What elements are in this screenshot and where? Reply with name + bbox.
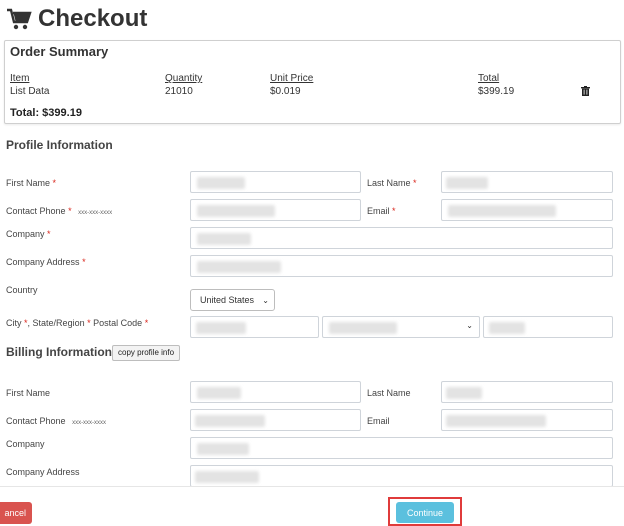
billing-email-label: Email [367,416,390,426]
profile-information-heading: Profile Information [6,138,113,152]
profile-last-name-input[interactable] [441,171,613,193]
profile-country-label: Country [6,285,38,295]
continue-button[interactable]: Continue [396,502,454,523]
page-title: Checkout [38,5,148,32]
billing-company-address-input[interactable] [190,465,613,487]
cancel-button[interactable]: ancel [0,502,32,524]
profile-country-value: United States [200,295,255,305]
profile-company-input[interactable] [190,227,613,249]
billing-first-name-label: First Name [6,388,51,398]
footer-divider [0,486,624,487]
column-header-quantity: Quantity [165,73,203,84]
billing-company-address-label: Company Address [6,467,80,477]
order-item-total: $399.19 [478,86,515,97]
profile-state-select[interactable]: ⌄ [322,316,480,338]
profile-country-select[interactable]: United States ⌄ [190,289,275,311]
billing-email-input[interactable] [441,409,613,431]
profile-contact-phone-input[interactable] [190,199,361,221]
trash-icon[interactable] [581,86,590,96]
profile-first-name-input[interactable] [190,171,361,193]
profile-postal-code-input[interactable] [483,316,613,338]
shopping-cart-icon [7,8,32,30]
profile-first-name-label: First Name * [6,178,57,188]
billing-company-label: Company [6,439,45,449]
billing-first-name-input[interactable] [190,381,361,403]
profile-contact-phone-label: Contact Phone * xxx-xxx-xxxx [6,206,113,216]
profile-last-name-label: Last Name * [367,178,417,188]
profile-email-label: Email * [367,206,396,216]
profile-company-address-input[interactable] [190,255,613,277]
billing-company-input[interactable] [190,437,613,459]
profile-company-label: Company * [6,229,51,239]
billing-last-name-input[interactable] [441,381,613,403]
billing-contact-phone-input[interactable] [190,409,361,431]
billing-last-name-label: Last Name [367,388,411,398]
billing-contact-phone-label: Contact Phone xxx-xxx-xxxx [6,416,107,426]
billing-information-heading: Billing Information [6,345,112,359]
profile-city-state-postal-label: City *, State/Region * Postal Code * [6,318,149,328]
copy-profile-info-button[interactable]: copy profile info [112,345,181,361]
column-header-total: Total [478,73,500,84]
chevron-down-icon: ⌄ [262,295,269,305]
profile-email-input[interactable] [441,199,613,221]
order-summary-title: Order Summary [10,44,109,59]
profile-city-input[interactable] [190,316,319,338]
order-grand-total: Total: $399.19 [10,107,82,119]
order-item-quantity: 21010 [165,86,193,97]
order-item-unit-price: $0.019 [270,86,301,97]
column-header-item: Item [10,73,30,84]
order-item-name: List Data [10,86,50,97]
chevron-down-icon: ⌄ [466,321,473,330]
column-header-unit-price: Unit Price [270,73,314,84]
profile-company-address-label: Company Address * [6,257,86,267]
page-header: Checkout [6,4,147,34]
